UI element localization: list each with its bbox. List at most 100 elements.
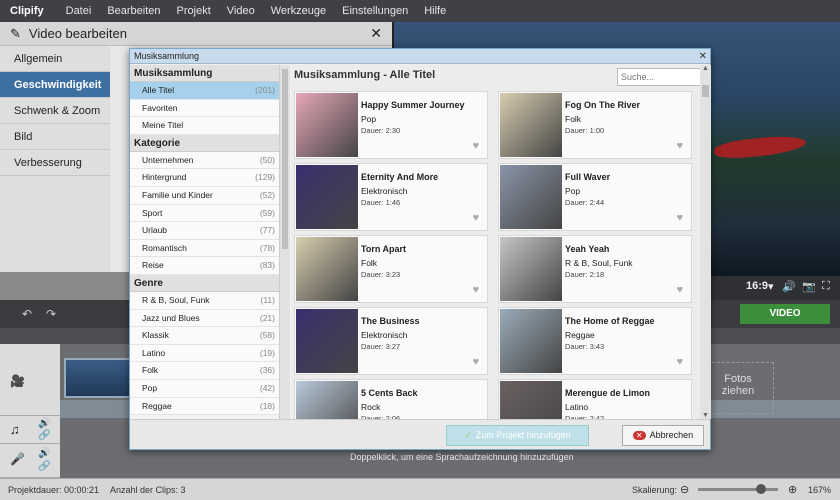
menu-video[interactable]: Video <box>219 5 263 17</box>
export-video-button[interactable]: VIDEO ERSTELLEN <box>740 304 830 339</box>
category-item[interactable]: Alle Titel (201) <box>130 82 279 100</box>
track-card[interactable]: Yeah Yeah R & B, Soul, Funk Dauer: 2:18 ♥ <box>498 235 692 303</box>
track-duration: Dauer: 2:30 <box>361 126 401 135</box>
track-duration: Dauer: 3:43 <box>565 342 605 351</box>
redo-icon[interactable]: ↷ <box>46 307 56 321</box>
category-section-title: Musiksammlung <box>130 65 279 82</box>
track-scroll-thumb[interactable] <box>702 85 709 97</box>
track-scrollbar[interactable]: ▲ ▼ <box>700 65 711 419</box>
favorite-heart-icon[interactable]: ♥ <box>676 212 683 224</box>
photo-drop-zone[interactable]: Fotos ziehen <box>702 362 774 414</box>
category-item[interactable]: Familie und Kinder (52) <box>130 186 279 205</box>
track-title: Eternity And More <box>361 172 439 182</box>
undo-icon[interactable]: ↶ <box>22 307 32 321</box>
category-item[interactable]: Reggae (18) <box>130 397 279 416</box>
track-card[interactable]: The Business Elektronisch Dauer: 3:27 ♥ <box>294 307 488 375</box>
category-item[interactable]: Latino (19) <box>130 344 279 363</box>
category-item[interactable]: Favoriten <box>130 99 279 118</box>
track-title: The Business <box>361 316 420 326</box>
track-card[interactable]: The Home of Reggae Reggae Dauer: 3:43 ♥ <box>498 307 692 375</box>
editor-header: ✎ Video bearbeiten ✕ <box>0 22 392 46</box>
track-card[interactable]: Merengue de LimonLatinoDauer: 2:42♥ <box>498 379 692 419</box>
nav-bild[interactable]: Bild <box>0 124 110 150</box>
scroll-up-icon[interactable]: ▲ <box>702 65 709 72</box>
category-item[interactable]: R & B, Soul, Funk (11) <box>130 291 279 310</box>
category-item[interactable]: Sport (59) <box>130 204 279 223</box>
speaker-icon[interactable]: 🔊 <box>38 418 50 429</box>
fullscreen-icon[interactable]: ⛶ <box>822 280 830 293</box>
category-item-count: (201) <box>255 85 275 95</box>
favorite-heart-icon[interactable]: ♥ <box>472 212 479 224</box>
nav-geschwindigkeit[interactable]: Geschwindigkeit <box>0 72 110 98</box>
category-scroll-thumb[interactable] <box>282 69 288 249</box>
category-item-count: (58) <box>259 330 275 341</box>
preview-boat <box>713 133 807 161</box>
track-title: Merengue de Limon <box>565 388 651 398</box>
close-icon[interactable]: ✕ <box>370 25 382 42</box>
track-card[interactable]: 5 Cents BackRockDauer: 2:06♥ <box>294 379 488 419</box>
menu-projekt[interactable]: Projekt <box>169 5 219 17</box>
menu-datei[interactable]: Datei <box>58 5 100 17</box>
nav-allgemein[interactable]: Allgemein <box>0 46 110 72</box>
voice-link-icon[interactable]: 🔗 <box>38 461 50 472</box>
category-item[interactable]: Klassik (58) <box>130 327 279 345</box>
category-item[interactable]: Jazz und Blues (21) <box>130 309 279 328</box>
edit-icon: ✎ <box>10 25 21 41</box>
category-item-label: Sport <box>142 207 163 218</box>
category-item[interactable]: Meine Titel <box>130 117 279 135</box>
track-genre: Elektronisch <box>361 330 408 340</box>
category-item-count: (18) <box>259 400 275 411</box>
category-item[interactable]: Hintergrund (129) <box>130 169 279 187</box>
category-item[interactable]: Reise (83) <box>130 257 279 275</box>
volume-icon[interactable]: 🔊 <box>782 280 796 293</box>
category-scrollbar[interactable] <box>280 65 290 419</box>
voice-recording-hint: Doppelklick, um eine Sprachaufzeichnung … <box>350 452 574 462</box>
zoom-in-icon[interactable]: ⊕ <box>788 483 797 496</box>
video-track-header: 🎥 <box>0 344 60 416</box>
voice-speaker-icon[interactable]: 🔊 <box>38 448 50 459</box>
track-thumbnail <box>296 381 358 419</box>
dialog-close-icon[interactable]: ✕ <box>699 49 707 64</box>
favorite-heart-icon[interactable]: ♥ <box>676 140 683 152</box>
chevron-down-icon[interactable]: ▾ <box>768 280 774 293</box>
video-clip[interactable] <box>64 358 132 398</box>
track-card[interactable]: Fog On The River Folk Dauer: 1:00 ♥ <box>498 91 692 159</box>
menu-bearbeiten[interactable]: Bearbeiten <box>99 5 168 17</box>
track-card[interactable]: Eternity And More Elektronisch Dauer: 1:46… <box>294 163 488 231</box>
nav-verbesserung[interactable]: Verbesserung <box>0 150 110 176</box>
track-card[interactable]: Torn Apart Folk Dauer: 3:23 ♥ <box>294 235 488 303</box>
track-card[interactable]: Full Waver Pop Dauer: 2:44 ♥ <box>498 163 692 231</box>
category-item[interactable]: Urlaub (77) <box>130 222 279 240</box>
scale-label: Skalierung: <box>632 485 678 495</box>
track-duration: Dauer: 3:23 <box>361 270 401 279</box>
favorite-heart-icon[interactable]: ♥ <box>676 284 683 296</box>
nav-schwenk-zoom[interactable]: Schwenk & Zoom <box>0 98 110 124</box>
track-card[interactable]: Happy Summer Journey Pop Dauer: 2:30 ♥ <box>294 91 488 159</box>
category-item[interactable]: Unternehmen (50) <box>130 151 279 170</box>
menu-hilfe[interactable]: Hilfe <box>416 5 454 17</box>
favorite-heart-icon[interactable]: ♥ <box>472 356 479 368</box>
add-to-project-button[interactable]: ✓ Zum Projekt hinzufügen <box>446 425 589 446</box>
category-item[interactable]: Romantisch (78) <box>130 239 279 258</box>
menu-werkzeuge[interactable]: Werkzeuge <box>263 5 334 17</box>
favorite-heart-icon[interactable]: ♥ <box>472 140 479 152</box>
zoom-out-icon[interactable]: ⊖ <box>680 483 689 496</box>
editor-nav: Allgemein Geschwindigkeit Schwenk & Zoom… <box>0 46 110 272</box>
cancel-button[interactable]: ✕ Abbrechen <box>622 425 704 446</box>
zoom-slider-handle[interactable] <box>756 484 766 494</box>
category-item[interactable]: Pop (42) <box>130 379 279 398</box>
category-item[interactable]: Folk (36) <box>130 362 279 380</box>
track-duration: Dauer: 1:00 <box>565 126 605 135</box>
camera-icon[interactable]: 📷 <box>802 280 816 293</box>
statusbar: Projektdauer: 00:00:21 Anzahl der Clips:… <box>0 478 840 500</box>
aspect-ratio[interactable]: 16:9 <box>746 280 768 292</box>
link-icon[interactable]: 🔗 <box>38 430 50 441</box>
search-input[interactable] <box>617 68 700 86</box>
scroll-down-icon[interactable]: ▼ <box>702 412 709 419</box>
dialog-footer: ✓ Zum Projekt hinzufügen ✕ Abbrechen <box>130 419 710 449</box>
category-item-count: (21) <box>259 312 275 323</box>
menu-einstellungen[interactable]: Einstellungen <box>334 5 416 17</box>
favorite-heart-icon[interactable]: ♥ <box>676 356 683 368</box>
favorite-heart-icon[interactable]: ♥ <box>472 284 479 296</box>
zoom-slider-track[interactable] <box>698 488 778 491</box>
